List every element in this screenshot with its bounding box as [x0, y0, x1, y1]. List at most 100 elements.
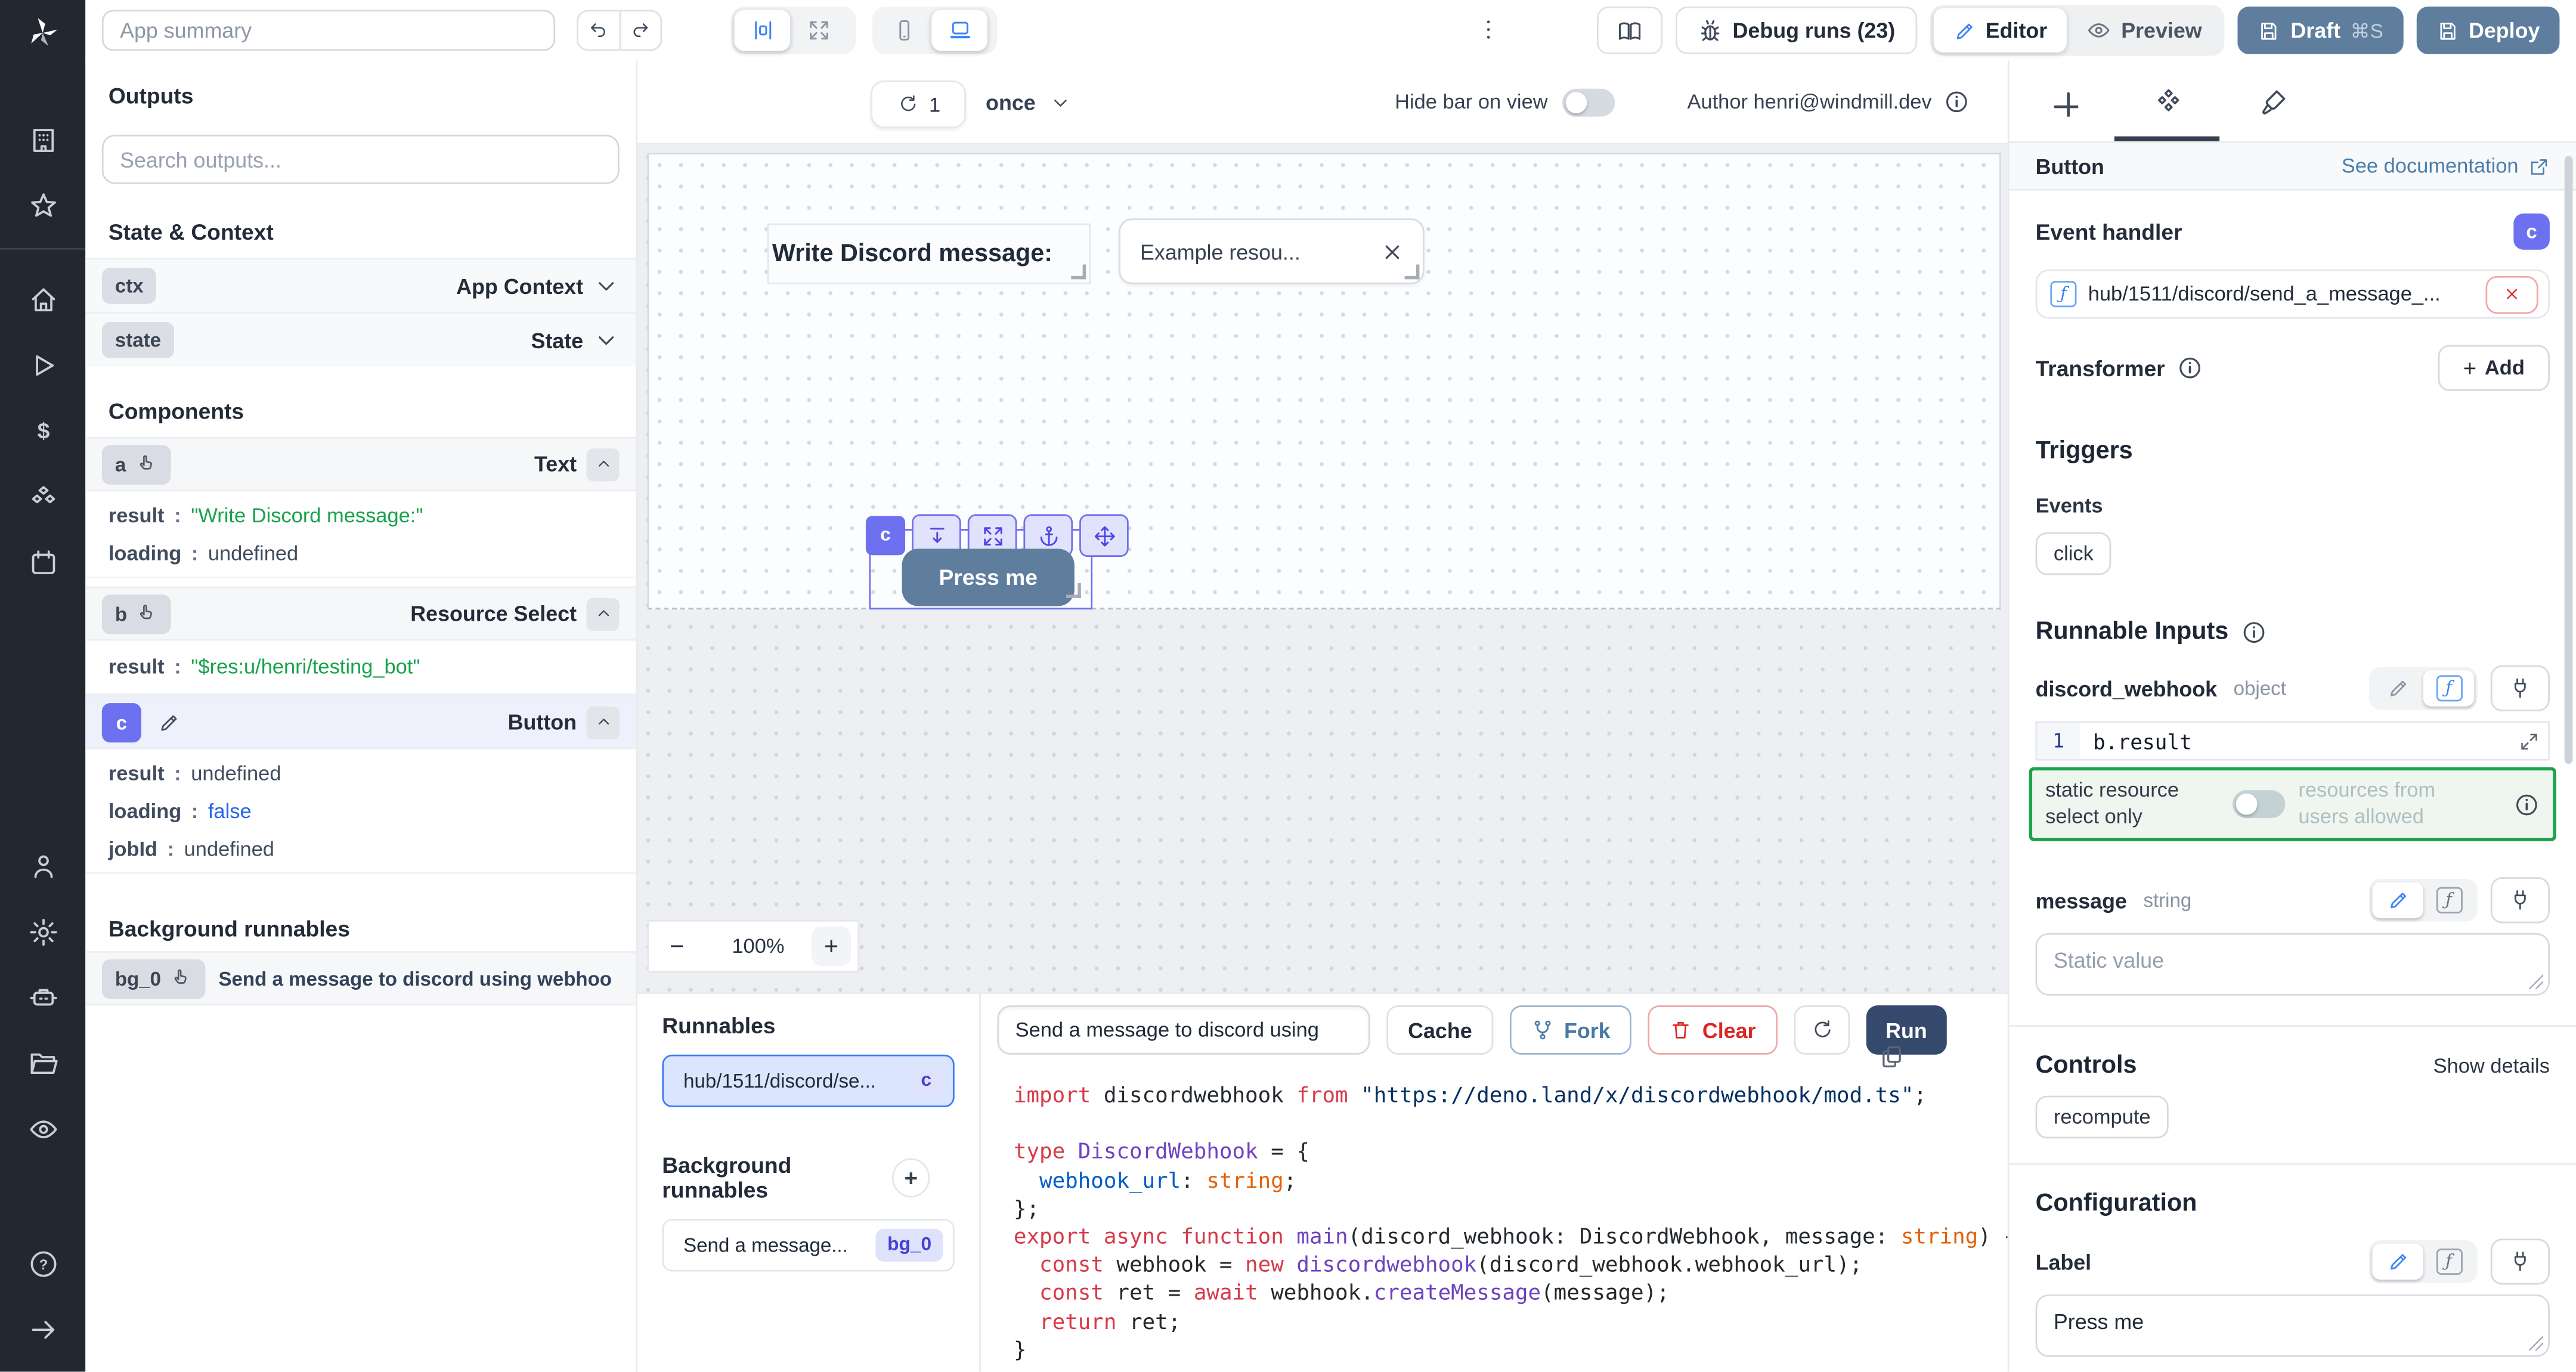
reload-button[interactable]	[1794, 1005, 1850, 1055]
show-details-link[interactable]: Show details	[2433, 1054, 2550, 1077]
home-icon[interactable]	[0, 266, 85, 332]
schedules-icon[interactable]	[0, 529, 85, 594]
chevron-down-icon[interactable]	[593, 272, 620, 299]
deploy-button[interactable]: Deploy	[2416, 7, 2560, 54]
eval-function-icon[interactable]: ƒ	[2423, 882, 2474, 919]
text-component-a[interactable]: Write Discord message:	[767, 224, 1091, 284]
collapse-toggle[interactable]	[587, 705, 620, 738]
scrollbar-thumb[interactable]	[2565, 156, 2573, 764]
label-input[interactable]: Press me	[2036, 1295, 2550, 1358]
recompute-chip[interactable]: recompute	[2036, 1096, 2169, 1139]
state-row[interactable]: state State	[85, 312, 636, 366]
bg0-row[interactable]: bg_0 Send a message to discord using web…	[85, 951, 636, 1005]
runnable-badge: c	[909, 1064, 943, 1097]
resource-mode-toggle[interactable]	[2233, 791, 2285, 819]
desktop-view-button[interactable]	[931, 10, 987, 51]
runnable-item-selected[interactable]: hub/1511/discord/se... c	[662, 1055, 954, 1107]
eval-function-icon[interactable]: ƒ	[2423, 670, 2474, 707]
app-summary-input[interactable]: App summary	[102, 10, 555, 51]
component-c-header[interactable]: c Button	[85, 695, 636, 749]
windmill-logo[interactable]	[23, 13, 63, 61]
resize-grip[interactable]	[2528, 1336, 2543, 1351]
connect-plug-icon[interactable]	[2491, 665, 2550, 711]
settings-gear-icon[interactable]	[0, 899, 85, 964]
more-menu-icon[interactable]	[1475, 17, 1501, 51]
cache-button[interactable]: Cache	[1386, 1005, 1493, 1055]
schedule-dropdown[interactable]: once	[986, 61, 1072, 143]
collapse-rail-icon[interactable]	[0, 1296, 85, 1362]
connect-plug-icon[interactable]	[2491, 878, 2550, 924]
ctx-row[interactable]: ctx App Context	[85, 258, 636, 312]
see-documentation-link[interactable]: See documentation	[2342, 154, 2550, 178]
connect-plug-icon[interactable]	[2491, 1239, 2550, 1285]
tab-insert-plus-icon[interactable]	[2049, 86, 2079, 116]
selected-component-c[interactable]: c Press me	[869, 529, 1092, 609]
runs-icon[interactable]	[0, 332, 85, 398]
runnable-name-input[interactable]: Send a message to discord using	[997, 1005, 1370, 1055]
workers-robot-icon[interactable]	[0, 964, 85, 1030]
component-b-header[interactable]: b Resource Select	[85, 587, 636, 641]
static-pencil-icon[interactable]	[2372, 670, 2423, 707]
info-icon[interactable]	[1943, 89, 1970, 115]
fork-button[interactable]: Fork	[1510, 1005, 1631, 1055]
chevron-down-icon[interactable]	[593, 327, 620, 353]
hide-bar-toggle[interactable]	[1562, 88, 1615, 116]
draft-button[interactable]: Draft⌘S	[2238, 7, 2403, 54]
resize-handle[interactable]	[1071, 265, 1086, 280]
tab-editor[interactable]: Editor	[1933, 8, 2067, 52]
workspace-icon[interactable]	[0, 107, 85, 172]
clear-selection-icon[interactable]	[1382, 241, 1403, 262]
background-runnable-item[interactable]: Send a message... bg_0	[662, 1219, 954, 1271]
center-layout-button[interactable]	[735, 10, 791, 51]
mobile-view-button[interactable]	[875, 10, 931, 51]
collapse-toggle[interactable]	[587, 597, 620, 630]
search-outputs-input[interactable]: Search outputs...	[102, 135, 620, 184]
remove-runnable-button[interactable]	[2485, 275, 2538, 312]
button-component-c[interactable]: Press me	[902, 549, 1075, 606]
resources-icon[interactable]	[0, 463, 85, 529]
add-background-runnable-button[interactable]: +	[892, 1158, 930, 1197]
eval-function-icon[interactable]: ƒ	[2423, 1244, 2474, 1280]
zoom-in-button[interactable]: +	[812, 927, 851, 966]
docs-book-button[interactable]	[1596, 7, 1662, 54]
audit-eye-icon[interactable]	[0, 1096, 85, 1162]
variables-icon[interactable]	[0, 398, 85, 463]
fullwidth-layout-button[interactable]	[790, 10, 846, 51]
event-chip-click[interactable]: click	[2036, 532, 2112, 575]
info-icon[interactable]	[2240, 618, 2267, 645]
collapse-toggle[interactable]	[587, 448, 620, 481]
help-icon[interactable]	[0, 1231, 85, 1296]
runnable-picker[interactable]: ƒ hub/1511/discord/send_a_message_...	[2036, 270, 2550, 319]
copy-code-icon[interactable]	[1878, 1043, 1906, 1071]
expand-editor-icon[interactable]	[2519, 730, 2540, 752]
folders-icon[interactable]	[0, 1030, 85, 1095]
info-icon[interactable]	[2513, 791, 2540, 817]
code-editor[interactable]: import discordwebhook from "https://deno…	[981, 1066, 2008, 1371]
static-pencil-icon[interactable]	[2372, 1244, 2423, 1280]
clear-button[interactable]: Clear	[1648, 1005, 1777, 1055]
tab-styling-brush-icon[interactable]	[2259, 86, 2289, 116]
undo-button[interactable]	[577, 10, 618, 51]
debug-runs-button[interactable]: Debug runs (23)	[1675, 7, 1916, 54]
tab-component-settings-icon[interactable]	[2154, 86, 2184, 116]
static-pencil-icon[interactable]	[2372, 882, 2423, 919]
tab-preview[interactable]: Preview	[2067, 8, 2221, 52]
redo-button[interactable]	[618, 10, 662, 51]
active-tab-underline	[2114, 137, 2219, 141]
resize-grip[interactable]	[2528, 974, 2543, 989]
zoom-out-button[interactable]: −	[649, 933, 705, 961]
favorites-icon[interactable]	[0, 172, 85, 238]
info-icon[interactable]	[2176, 355, 2203, 381]
resize-handle[interactable]	[1066, 583, 1081, 598]
eval-input[interactable]: 1 b.result	[2036, 721, 2550, 760]
artboard[interactable]: Write Discord message: Example resou... …	[648, 153, 2001, 609]
component-a-header[interactable]: a Text	[85, 437, 636, 491]
resize-handle[interactable]	[1405, 265, 1420, 280]
message-static-input[interactable]: Static value	[2036, 934, 2550, 996]
move-icon[interactable]	[1079, 514, 1129, 557]
resource-select-component-b[interactable]: Example resou...	[1119, 218, 1424, 284]
add-transformer-button[interactable]: +Add	[2438, 345, 2550, 391]
refresh-count-button[interactable]: 1	[871, 80, 966, 128]
edit-id-icon[interactable]	[151, 704, 187, 741]
user-icon[interactable]	[0, 833, 85, 899]
